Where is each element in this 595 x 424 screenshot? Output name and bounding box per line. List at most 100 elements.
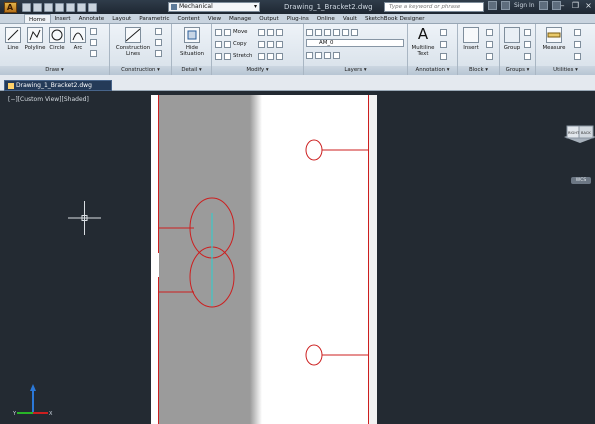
layer-lock-icon	[351, 28, 358, 36]
stretch-button[interactable]: Stretch	[224, 52, 252, 60]
leader-tool[interactable]	[440, 40, 447, 48]
draw-panel-title[interactable]: Draw ▾	[0, 66, 109, 75]
viewport-controls-label[interactable]: [−][Custom View][Shaded]	[8, 96, 89, 103]
tool-column-1c[interactable]	[215, 52, 222, 60]
quick-calc-tool[interactable]	[574, 40, 581, 48]
select-all-icon	[574, 52, 581, 60]
viewcube-back-face: BACK	[581, 131, 591, 135]
layer-properties-button[interactable]	[306, 28, 358, 36]
save-as-icon[interactable]	[55, 2, 64, 12]
construction-arc-tool[interactable]	[155, 49, 162, 57]
select-all-tool[interactable]	[574, 52, 581, 60]
close-icon[interactable]: ×	[582, 0, 595, 12]
tool-column-1b[interactable]	[215, 40, 222, 48]
modify-title: Modify	[246, 67, 265, 73]
crosshair-icon	[68, 201, 101, 235]
hide-situation-icon	[184, 27, 200, 43]
erase-icon	[276, 52, 283, 60]
application-menu-button[interactable]: A	[0, 0, 20, 14]
annotation-title: Annotation	[415, 67, 446, 73]
group-select-tool[interactable]	[524, 52, 531, 60]
groups-panel-title[interactable]: Groups ▾	[500, 66, 535, 75]
polyline-button[interactable]: Polyline	[24, 27, 46, 51]
circle-button[interactable]: Circle	[48, 27, 66, 51]
new-icon[interactable]	[22, 2, 31, 12]
tab-parametric[interactable]: Parametric	[135, 14, 173, 23]
exchange-icon[interactable]	[538, 1, 548, 10]
attribute-tool[interactable]	[486, 52, 493, 60]
tab-output[interactable]: Output	[255, 14, 282, 23]
layer-tools-row[interactable]	[306, 51, 340, 59]
detail-panel-title[interactable]: Detail ▾	[172, 66, 211, 75]
group-edit-tool[interactable]	[524, 40, 531, 48]
rotate-button[interactable]	[258, 28, 283, 36]
tab-content[interactable]: Content	[174, 14, 204, 23]
search-input[interactable]: Type a keyword or phrase	[384, 2, 484, 12]
layer-isolate-icon	[324, 28, 331, 36]
tab-insert[interactable]: Insert	[51, 14, 75, 23]
sign-in-link[interactable]: Sign In	[514, 2, 535, 9]
tab-sketchbook-designer[interactable]: SketchBook Designer	[361, 14, 429, 23]
plot-icon[interactable]	[88, 2, 97, 12]
tab-view[interactable]: View	[204, 14, 225, 23]
hide-situation-button[interactable]: Hide Situation	[175, 27, 209, 57]
layers-panel-title[interactable]: Layers ▾	[304, 66, 407, 75]
id-point-tool[interactable]	[574, 28, 581, 36]
dimension-tool[interactable]	[440, 28, 447, 36]
tab-plug-ins[interactable]: Plug-ins	[283, 14, 313, 23]
create-block-icon	[486, 28, 493, 36]
drawing-viewport[interactable]: X Y [−][Custom View][Shaded] RIGHT BACK …	[0, 91, 595, 424]
hide-label-2: Situation	[179, 51, 205, 57]
tab-layout[interactable]: Layout	[108, 14, 135, 23]
undo-icon[interactable]	[66, 2, 75, 12]
tab-online[interactable]: Online	[313, 14, 339, 23]
move-button[interactable]: Move	[224, 28, 247, 36]
create-block-tool[interactable]	[486, 28, 493, 36]
block-panel-title[interactable]: Block ▾	[458, 66, 499, 75]
scale-button[interactable]	[258, 52, 283, 60]
line-label: Line	[7, 45, 19, 51]
title-bar: A Mechanical ▾ Drawing_1_Bracket2.dwg Typ…	[0, 0, 595, 14]
spline-tool[interactable]	[90, 49, 97, 57]
construction-panel-title[interactable]: Construction ▾	[110, 66, 171, 75]
tab-home[interactable]: Home	[24, 14, 51, 23]
tab-vault[interactable]: Vault	[339, 14, 361, 23]
utilities-panel-title[interactable]: Utilities ▾	[536, 66, 595, 75]
insert-block-button[interactable]: Insert	[460, 27, 482, 51]
redo-icon[interactable]	[77, 2, 86, 12]
construction-circle-tool[interactable]	[155, 27, 162, 35]
mirror-button[interactable]	[258, 40, 283, 48]
construction-lines-button[interactable]: Construction Lines	[114, 27, 152, 57]
drawing-file-tab[interactable]: Drawing_1_Bracket2.dwg	[4, 80, 112, 91]
modify-panel-title[interactable]: Modify ▾	[212, 66, 303, 75]
multiline-text-button[interactable]: A Multiline Text	[410, 27, 436, 58]
save-icon[interactable]	[44, 2, 53, 12]
search-icon[interactable]	[488, 1, 497, 10]
edit-block-tool[interactable]	[486, 40, 493, 48]
minimize-icon[interactable]: –	[556, 0, 569, 12]
viewcube-icon[interactable]: RIGHT BACK	[562, 125, 595, 145]
open-icon[interactable]	[33, 2, 42, 12]
annotation-panel-title[interactable]: Annotation ▾	[408, 66, 457, 75]
table-tool[interactable]	[440, 52, 447, 60]
arc-button[interactable]: Arc	[69, 27, 87, 51]
layer-dropdown[interactable]: AM_0	[306, 39, 404, 47]
tab-manage[interactable]: Manage	[225, 14, 255, 23]
layer-tool-icon	[215, 52, 222, 60]
restore-icon[interactable]: ❐	[569, 0, 582, 12]
construction-rect-tool[interactable]	[155, 38, 162, 46]
measure-icon	[546, 27, 562, 43]
measure-button[interactable]: Measure	[539, 27, 569, 51]
stretch-icon	[224, 52, 231, 60]
wcs-menu[interactable]: WCS	[571, 177, 591, 184]
group-button[interactable]: Group	[503, 27, 521, 51]
tool-column-1[interactable]	[215, 28, 222, 36]
workspace-dropdown[interactable]: Mechanical ▾	[168, 2, 260, 12]
tab-annotate[interactable]: Annotate	[75, 14, 109, 23]
move-icon	[224, 28, 231, 36]
rectangle-tool[interactable]	[90, 27, 97, 35]
line-button[interactable]: Line	[4, 27, 22, 51]
copy-button[interactable]: Copy	[224, 40, 247, 48]
hatch-tool[interactable]	[90, 38, 97, 46]
ungroup-tool[interactable]	[524, 28, 531, 36]
